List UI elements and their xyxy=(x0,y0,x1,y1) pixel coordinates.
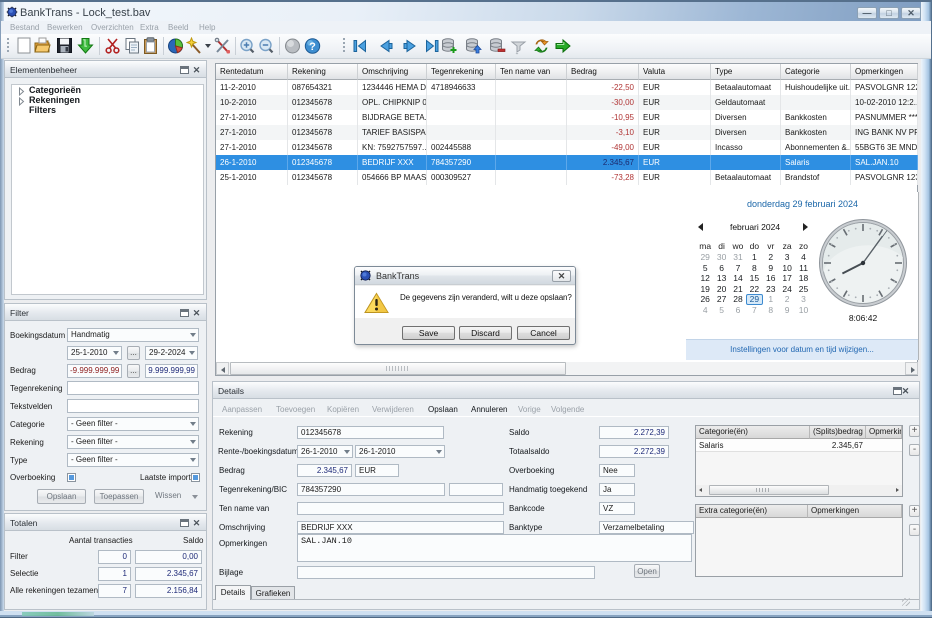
svg-text:?: ? xyxy=(309,41,316,53)
